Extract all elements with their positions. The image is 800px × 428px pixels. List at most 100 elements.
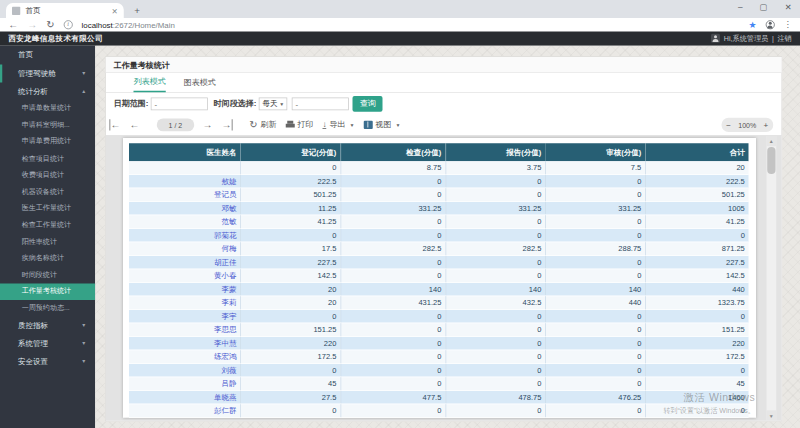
doctor-name-link[interactable]: 李莉 — [129, 296, 241, 310]
site-info-icon[interactable]: i — [64, 20, 73, 29]
report-panel: 工作量考核统计 列表模式 图表模式 日期范围: - 时间段选择: 每天▼ - 查… — [105, 56, 782, 421]
search-button[interactable]: 查询 — [353, 96, 383, 112]
sidebar-item-15[interactable]: 一周预约动态... — [0, 300, 95, 317]
print-icon — [286, 121, 295, 129]
tab-close-icon[interactable]: ✕ — [111, 6, 117, 14]
sidebar-item-4[interactable]: 申请科室明细... — [0, 117, 95, 134]
next-page-button[interactable]: → — [202, 119, 212, 130]
back-icon[interactable]: ← — [8, 20, 18, 30]
doctor-name-link[interactable]: 登记员 — [129, 188, 241, 202]
print-button[interactable]: 打印 — [286, 119, 314, 130]
last-page-button[interactable]: → — [221, 119, 232, 130]
doctor-name-link[interactable]: 黄小春 — [129, 269, 241, 283]
sidebar-item-17[interactable]: 系统管理▾ — [0, 334, 95, 352]
sidebar-item-16[interactable]: 质控指标▾ — [0, 316, 95, 334]
doctor-name-link[interactable]: 吕静 — [129, 377, 241, 391]
date-range-input[interactable]: - — [151, 97, 208, 110]
window-close-button[interactable]: ✕ — [785, 2, 792, 12]
scroll-up-icon[interactable]: ▲ — [766, 136, 776, 146]
tab-list-mode[interactable]: 列表模式 — [134, 73, 166, 92]
browser-menu-icon[interactable]: ⋮ — [783, 20, 791, 30]
score-cell: 0 — [341, 350, 446, 364]
doctor-name-link[interactable]: 敖婕 — [129, 175, 241, 189]
score-cell: 476.25 — [546, 391, 646, 405]
score-cell: 151.25 — [241, 323, 341, 337]
forward-icon[interactable]: → — [27, 20, 37, 30]
refresh-icon: ↻ — [249, 119, 257, 130]
table-row: 范敏41.2500041.25 — [129, 215, 749, 229]
window-minimize-button[interactable]: – — [738, 2, 743, 12]
doctor-name-link[interactable]: 范敏 — [129, 215, 241, 229]
period-range-input[interactable]: - — [292, 97, 349, 110]
sidebar-item-14[interactable]: 工作量考核统计 — [0, 283, 95, 300]
score-cell: 0 — [446, 350, 546, 364]
score-cell: 0 — [446, 188, 546, 202]
logout-link[interactable]: 注销 — [777, 33, 791, 43]
address-bar[interactable]: localhost:2672/Home/Main — [82, 20, 740, 29]
window-maximize-button[interactable]: ▢ — [760, 2, 768, 12]
sidebar-item-2[interactable]: 统计分析▴ — [0, 82, 95, 100]
prev-page-button[interactable]: ← — [129, 119, 139, 130]
tab-chart-mode[interactable]: 图表模式 — [184, 73, 216, 92]
sidebar-item-1[interactable]: 管理驾驶舱▾ — [0, 64, 95, 82]
doctor-name-link[interactable]: 郭菊花 — [129, 229, 241, 243]
bookmark-star-icon[interactable]: ★ — [748, 19, 756, 30]
sidebar-item-6[interactable]: 检查项目统计 — [0, 150, 95, 167]
first-page-button[interactable]: ← — [110, 119, 121, 130]
score-cell: 440 — [646, 283, 749, 297]
refresh-button[interactable]: ↻刷新 — [249, 119, 276, 130]
score-cell: 142.5 — [646, 269, 749, 283]
zoom-out-icon[interactable]: − — [726, 120, 731, 129]
score-cell: 331.25 — [546, 202, 646, 216]
report-scrollbar[interactable]: ▲ ▼ — [766, 136, 776, 420]
score-cell: 440 — [546, 296, 646, 310]
main-area: 工作量考核统计 列表模式 图表模式 日期范围: - 时间段选择: 每天▼ - 查… — [95, 45, 800, 428]
sidebar-item-9[interactable]: 医生工作量统计 — [0, 200, 95, 217]
doctor-name-link[interactable]: 刘薇 — [129, 364, 241, 378]
score-cell: 0 — [446, 377, 546, 391]
score-cell: 0 — [341, 175, 446, 189]
sidebar-item-10[interactable]: 检查工作量统计 — [0, 217, 95, 234]
doctor-name-link[interactable]: 何梅 — [129, 242, 241, 256]
reload-icon[interactable]: ↻ — [46, 20, 54, 30]
doctor-name-link[interactable]: 胡正佳 — [129, 256, 241, 270]
period-select[interactable]: 每天▼ — [259, 97, 288, 110]
sidebar-item-18[interactable]: 安全设置▾ — [0, 352, 95, 370]
scrollbar-thumb[interactable] — [767, 147, 775, 174]
sidebar-item-0[interactable]: 首页 — [0, 45, 95, 64]
scroll-down-icon[interactable]: ▼ — [766, 411, 776, 421]
table-row: 单晓燕27.5477.5478.75476.251460 — [129, 391, 749, 405]
doctor-name-link[interactable]: 李蒙 — [129, 283, 241, 297]
sidebar-item-8[interactable]: 机器设备统计 — [0, 183, 95, 200]
export-button[interactable]: ↓导出▼ — [323, 119, 355, 130]
score-cell: 151.25 — [646, 323, 749, 337]
doctor-name-link[interactable]: 彭仁群 — [129, 404, 241, 418]
doctor-name-link[interactable]: 李宇 — [129, 310, 241, 324]
doctor-name-link[interactable]: 李思思 — [129, 323, 241, 337]
table-row: 彭仁群00000 — [129, 404, 749, 418]
browser-tab[interactable]: 首页 ✕ — [6, 3, 124, 18]
doctor-name-link[interactable]: 单晓燕 — [129, 391, 241, 405]
doctor-name-link[interactable]: 练宏鸿 — [129, 350, 241, 364]
view-button[interactable]: 视图▼ — [364, 119, 401, 130]
score-cell: 17.5 — [241, 242, 341, 256]
sidebar-item-7[interactable]: 收费项目统计 — [0, 167, 95, 184]
score-cell: 0 — [546, 364, 646, 378]
sidebar-item-5[interactable]: 申请单费用统计 — [0, 133, 95, 150]
filter-bar: 日期范围: - 时间段选择: 每天▼ - 查询 — [106, 93, 782, 114]
chevron-icon: ▾ — [82, 358, 85, 365]
doctor-name-link[interactable] — [129, 161, 241, 175]
sidebar-item-11[interactable]: 阳性率统计 — [0, 233, 95, 250]
browser-profile-icon[interactable] — [765, 20, 774, 29]
score-cell: 0 — [546, 337, 646, 351]
score-cell: 501.25 — [646, 188, 749, 202]
zoom-control[interactable]: −100%+ — [721, 118, 773, 132]
doctor-name-link[interactable]: 李中慧 — [129, 337, 241, 351]
score-cell: 8.75 — [341, 161, 446, 175]
zoom-in-icon[interactable]: + — [764, 120, 769, 129]
sidebar-item-13[interactable]: 时间段统计 — [0, 267, 95, 284]
sidebar-item-12[interactable]: 疾病名称统计 — [0, 250, 95, 267]
sidebar-item-3[interactable]: 申请单数量统计 — [0, 100, 95, 117]
new-tab-button[interactable]: + — [134, 5, 140, 16]
doctor-name-link[interactable]: 邓敏 — [129, 202, 241, 216]
